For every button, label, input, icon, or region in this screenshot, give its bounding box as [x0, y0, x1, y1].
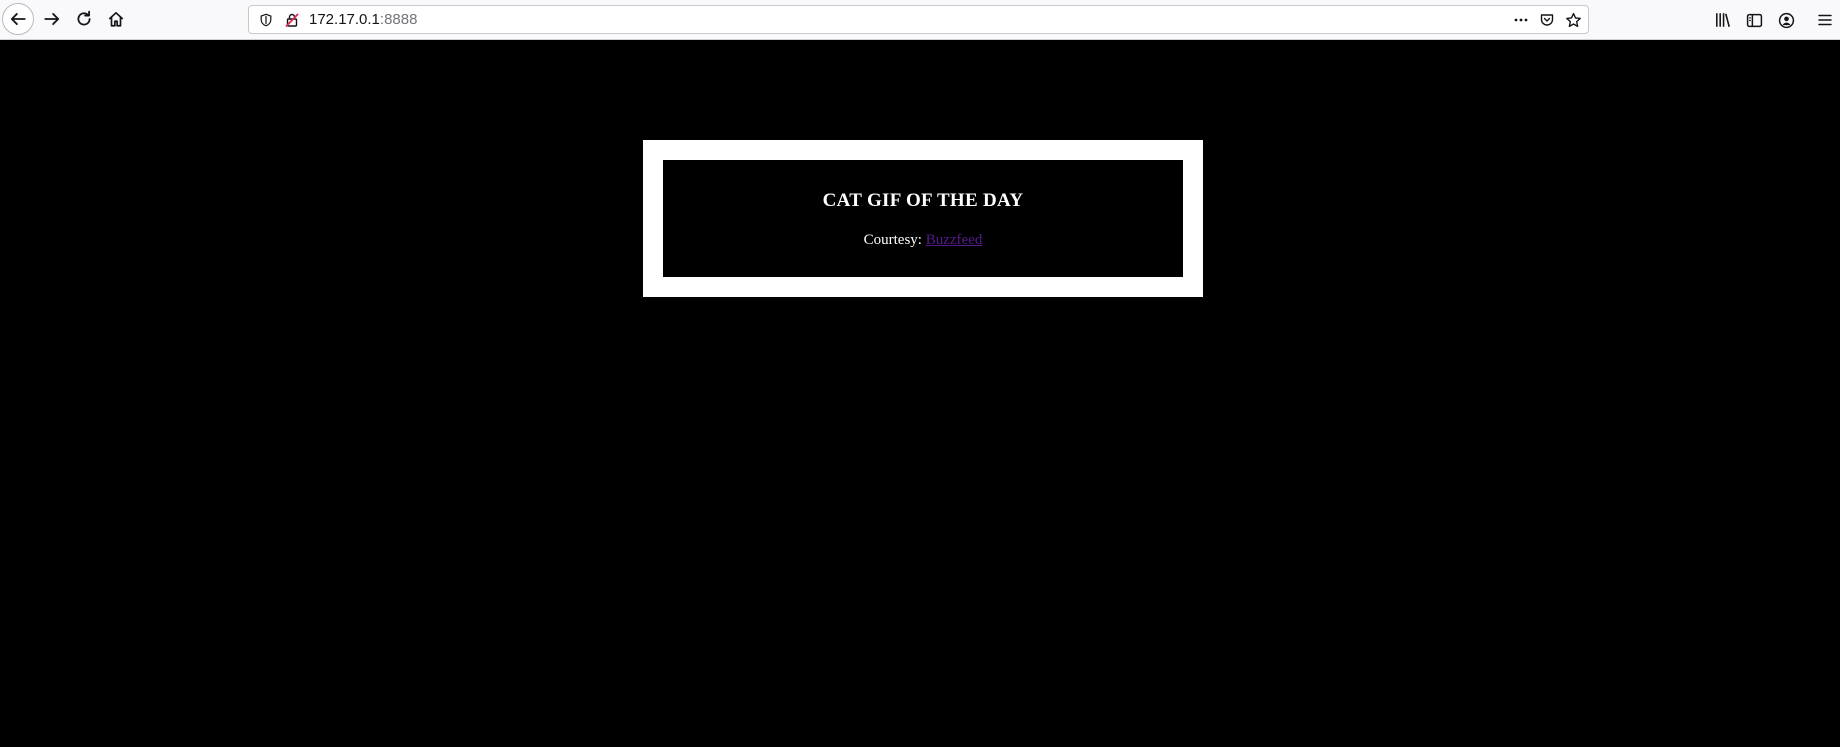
- insecure-connection-icon[interactable]: [284, 12, 300, 28]
- library-icon[interactable]: [1713, 10, 1733, 30]
- reload-icon: [77, 10, 91, 26]
- content-box: CAT GIF OF THE DAY Courtesy: Buzzfeed: [663, 160, 1183, 277]
- star-icon[interactable]: [1564, 11, 1582, 29]
- url-host: 172.17.0.1: [309, 11, 380, 28]
- home-icon: [108, 11, 124, 27]
- page-title: CAT GIF OF THE DAY: [822, 190, 1024, 211]
- browser-toolbar: 172.17.0.1:8888: [0, 0, 1840, 40]
- white-frame: CAT GIF OF THE DAY Courtesy: Buzzfeed: [643, 140, 1203, 297]
- more-icon[interactable]: [1512, 11, 1530, 29]
- forward-button[interactable]: [36, 3, 68, 35]
- forward-arrow-icon: [44, 13, 60, 25]
- back-arrow-icon: [10, 13, 26, 25]
- account-icon[interactable]: [1776, 10, 1796, 30]
- home-button[interactable]: [100, 3, 132, 35]
- url-port: :8888: [379, 11, 418, 28]
- url-bar[interactable]: 172.17.0.1:8888: [248, 5, 1589, 34]
- pocket-icon[interactable]: [1538, 11, 1556, 29]
- page-content: CAT GIF OF THE DAY Courtesy: Buzzfeed: [0, 40, 1840, 747]
- hamburger-menu-icon[interactable]: [1815, 10, 1835, 30]
- url-text[interactable]: 172.17.0.1:8888: [309, 11, 417, 28]
- back-button[interactable]: [2, 3, 34, 35]
- buzzfeed-link[interactable]: Buzzfeed: [926, 232, 983, 248]
- shield-icon[interactable]: [258, 12, 274, 28]
- courtesy-line: Courtesy: Buzzfeed: [864, 232, 983, 249]
- reload-button[interactable]: [68, 3, 100, 35]
- sidebar-icon[interactable]: [1744, 10, 1764, 30]
- courtesy-label: Courtesy:: [863, 232, 922, 248]
